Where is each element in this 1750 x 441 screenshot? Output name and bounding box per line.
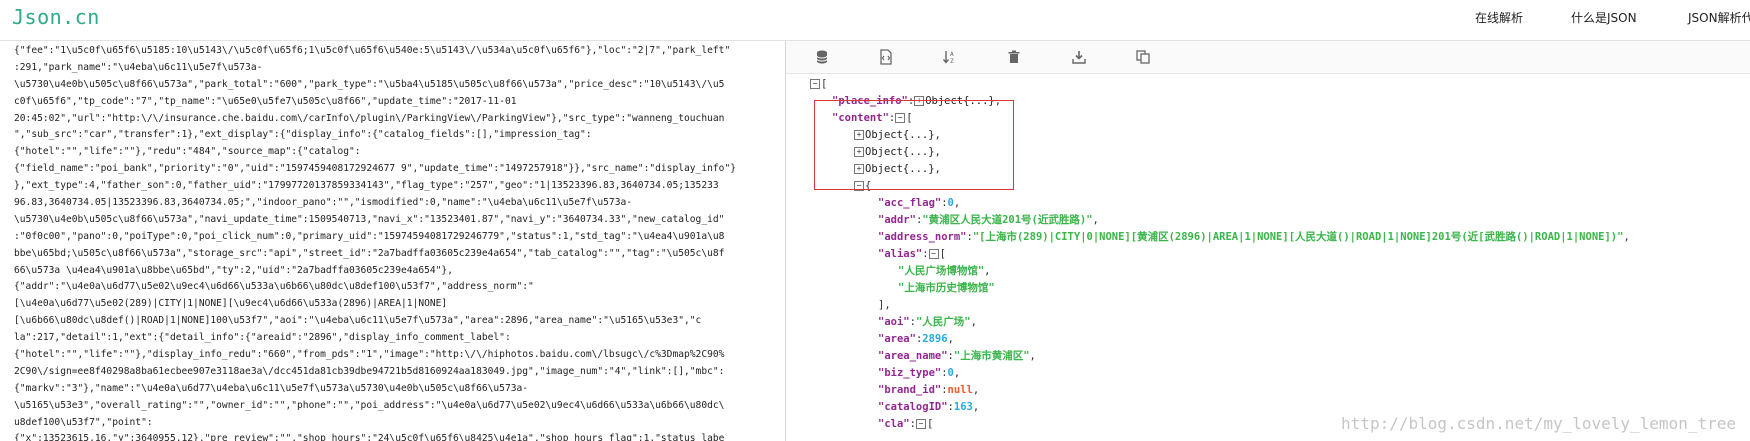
- raw-json-line: {"x":13523615.16,"y":3640955.12},"pre_re…: [14, 433, 725, 441]
- download-icon[interactable]: [1071, 49, 1087, 65]
- tree-node-place-info: "place_info": + Object{...},: [832, 95, 1002, 107]
- raw-json-line: [\u6b66\u80dc\u8def()|ROAD|1|NONE]100\u5…: [14, 315, 702, 327]
- json-tree-panel: AZ −[ "place_info": + Object{...}, "conten…: [786, 41, 1750, 441]
- raw-json-line: :"0f0c00","pano":0,"poiType":0,"poi_clic…: [14, 230, 725, 242]
- collapse-toggle[interactable]: −: [928, 249, 939, 259]
- tree-alias-close: ],: [878, 299, 891, 311]
- copy-icon[interactable]: [1135, 49, 1151, 65]
- raw-json-line: [\u4e0a\u6d77\u5e02(289)|CITY|1|NONE][\u…: [14, 298, 448, 310]
- tree-field-biz-type: "biz_type":0,: [878, 367, 961, 379]
- delete-icon[interactable]: [1006, 49, 1022, 65]
- svg-text:Z: Z: [950, 58, 954, 65]
- tree-field-area: "area":2896,: [878, 333, 954, 345]
- raw-json-line: ","sub_src":"car","transfer":1},"ext_dis…: [14, 129, 592, 141]
- raw-json-line: },"ext_type":4,"father_son":0,"father_ui…: [14, 180, 719, 192]
- nav-what-is-json[interactable]: 什么是JSON: [1571, 9, 1637, 26]
- tree-collapsed-object: + Object{...},: [854, 127, 941, 144]
- tree-field-alias: "alias": −[: [878, 248, 946, 260]
- database-icon[interactable]: [814, 49, 830, 65]
- raw-json-line: \u5730\u4e0b\u505c\u8f66\u573a","navi_up…: [14, 213, 725, 225]
- raw-json-line: 2C90\/sign=ee8f40298a8ba61ecbee907e3118a…: [14, 365, 725, 377]
- raw-json-line: {"fee":"1\u5c0f\u65f6\u5185:10\u5143\/\u…: [14, 45, 731, 56]
- tree-collapsed-object: + Object{...},: [854, 161, 941, 178]
- collapse-toggle[interactable]: −: [895, 113, 906, 123]
- raw-json-line: u8def100\u53f7","point":: [14, 416, 153, 428]
- raw-json-line: \u5165\u53e3","overall_rating":"","owner…: [14, 399, 725, 411]
- tree-field-cla: "cla": −[: [878, 418, 934, 430]
- tree-field-addr: "addr":"黄浦区人民大道201号(近武胜路)",: [878, 214, 1099, 226]
- raw-json-line: :291,"park_name":"\u4eba\u6c11\u5e7f\u57…: [14, 61, 263, 73]
- expand-toggle[interactable]: +: [914, 96, 925, 106]
- site-header: Json.cn 在线解析 什么是JSON JSON解析代: [0, 0, 1750, 41]
- raw-json-line: {"addr":"\u4e0a\u6d77\u5e02\u9ec4\u6d66\…: [14, 281, 534, 293]
- tree-field-aoi: "aoi":"人民广场",: [878, 316, 977, 328]
- json-tree: −[ "place_info": + Object{...}, "content":…: [786, 73, 1750, 441]
- format-file-icon[interactable]: [878, 49, 894, 65]
- nav-json-parse-code[interactable]: JSON解析代: [1688, 9, 1750, 26]
- raw-json-line: {"hotel":"","life":""},"redu":"484","sou…: [14, 146, 361, 158]
- collapse-toggle[interactable]: −: [810, 79, 820, 89]
- tree-toolbar: AZ: [786, 41, 1750, 74]
- tree-alias-value: "人民广场博物馆",: [898, 265, 991, 277]
- tree-field-acc-flag: "acc_flag":0,: [878, 197, 961, 209]
- collapse-toggle[interactable]: −: [915, 419, 926, 429]
- sort-icon[interactable]: AZ: [942, 49, 958, 65]
- tree-root: −[: [810, 76, 827, 93]
- raw-json-line: {"field_name":"poi_bank","priority":"0",…: [14, 163, 736, 175]
- site-logo[interactable]: Json.cn: [12, 5, 100, 29]
- collapse-toggle[interactable]: −: [854, 181, 864, 191]
- tree-alias-value: "上海市历史博物馆": [898, 282, 995, 294]
- raw-json-line: {"hotel":"","life":""},"display_info_red…: [14, 349, 725, 361]
- expand-toggle[interactable]: +: [854, 147, 864, 157]
- raw-json-line: {"markv":"3"},"name":"\u4e0a\u6d77\u4eba…: [14, 382, 529, 394]
- tree-collapsed-object: + Object{...},: [854, 144, 941, 161]
- raw-json-line: \u5730\u4e0b\u505c\u8f66\u573a","park_to…: [14, 78, 725, 90]
- raw-json-line: 20:45:02","url":"http:\/\/insurance.che.…: [14, 112, 725, 124]
- raw-json-line: 96.83,3640734.05|13523396.83,3640734.05;…: [14, 197, 633, 209]
- tree-field-address-norm: "address_norm":"[上海市(289)|CITY|0|NONE][黄…: [878, 231, 1630, 243]
- nav-online-parse[interactable]: 在线解析: [1475, 9, 1523, 26]
- expand-toggle[interactable]: +: [854, 164, 864, 174]
- tree-field-area-name: "area_name":"上海市黄浦区",: [878, 350, 1036, 362]
- tree-field-brand-id: "brand_id":null,: [878, 384, 980, 396]
- raw-json-text[interactable]: {"fee":"1\u5c0f\u65f6\u5185:10\u5143\/\u…: [14, 43, 774, 441]
- raw-json-line: bbe\u65bd;\u505c\u8f66\u573a","storage_s…: [14, 247, 725, 259]
- svg-text:A: A: [950, 51, 954, 58]
- watermark: http://blog.csdn.net/my_lovely_lemon_tre…: [1341, 414, 1736, 433]
- tree-field-catalog-id: "catalogID":163,: [878, 401, 980, 413]
- raw-json-line: c0f\u65f6","tp_code":"7","tp_name":"\u65…: [14, 95, 517, 107]
- raw-json-line: la":217,"detail":1,"ext":{"detail_info":…: [14, 332, 511, 344]
- expand-toggle[interactable]: +: [854, 130, 864, 140]
- tree-expanded-object: −{: [854, 178, 871, 195]
- raw-json-line: 66\u573a \u4ea4\u901a\u8bbe\u65bd","ty":…: [14, 264, 453, 276]
- tree-node-content: "content": −[: [832, 112, 913, 124]
- raw-json-editor[interactable]: {"fee":"1\u5c0f\u65f6\u5185:10\u5143\/\u…: [0, 41, 786, 441]
